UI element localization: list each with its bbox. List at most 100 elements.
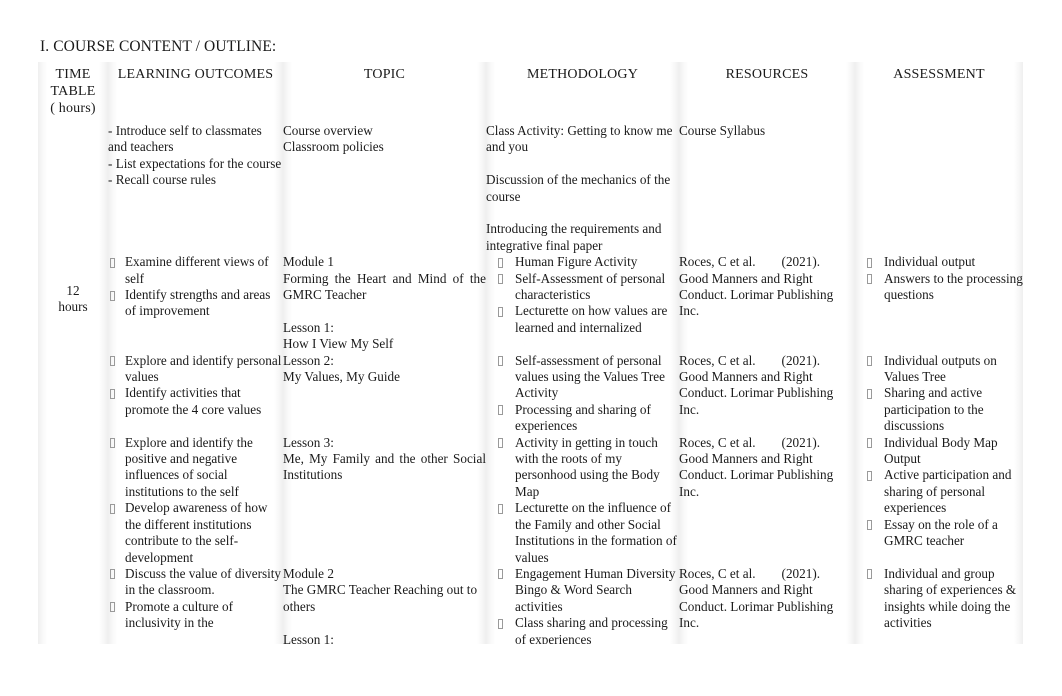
methodology-cell: Self-assessment of personal values using…: [486, 352, 679, 435]
column-header-resources: RESOURCES: [679, 62, 855, 123]
course-content-table: TIME TABLE ( hours) LEARNING OUTCOMES TO…: [38, 62, 1023, 648]
methodology-item: Activity in getting in touch with the ro…: [486, 435, 679, 501]
methodology-item: Self-Assessment of personal characterist…: [486, 271, 679, 304]
assessment-item: Answers to the processing questions: [855, 271, 1023, 304]
topic-line: Module 2: [283, 565, 334, 581]
assessment-item: Individual Body Map Output: [855, 435, 1023, 468]
methodology-line: Introducing the requirements and integra…: [486, 221, 662, 253]
table-row: Explore and identify personal values Ide…: [38, 352, 1023, 435]
methodology-list: Human Figure Activity Self-Assessment of…: [486, 254, 679, 336]
assessment-list: Individual outputs on Values Tree Sharin…: [855, 353, 1023, 435]
resource-line: Course Syllabus: [679, 123, 766, 138]
assessment-cell: Individual and group sharing of experien…: [855, 565, 1023, 648]
page-bottom-clip: [0, 644, 1062, 696]
resource-citation: Roces, C et al. (2021).: [679, 435, 855, 451]
assessment-item: Individual and group sharing of experien…: [855, 566, 1023, 632]
time-header-line-2: TABLE: [50, 84, 96, 99]
topic-line: Lesson 2:: [283, 352, 334, 368]
assessment-list: Individual and group sharing of experien…: [855, 566, 1023, 632]
assessment-item: Individual output: [855, 254, 1023, 270]
spacer-line: [486, 205, 679, 221]
methodology-list: Self-assessment of personal values using…: [486, 353, 679, 435]
topic-line: Module 1: [283, 254, 334, 270]
assessment-list: Individual Body Map Output Active partic…: [855, 435, 1023, 550]
learning-outcome-item: Develop awareness of how the different i…: [108, 500, 283, 566]
time-header-line-1: TIME: [55, 67, 91, 82]
table-header-row: TIME TABLE ( hours) LEARNING OUTCOMES TO…: [38, 62, 1023, 123]
methodology-cell: Class Activity: Getting to know me and y…: [486, 123, 679, 255]
topic-line: Course overview: [283, 123, 373, 138]
citation-rest: Good Manners and Right Conduct. Lorimar …: [679, 369, 834, 417]
methodology-item: Lecturette on the influence of the Famil…: [486, 500, 679, 566]
spacer-line: [486, 156, 679, 172]
column-header-assessment: ASSESSMENT: [855, 62, 1023, 123]
topic-line: The GMRC Teacher Reaching out to others: [283, 582, 478, 614]
assessment-cell: Individual Body Map Output Active partic…: [855, 434, 1023, 566]
methodology-item: Self-assessment of personal values using…: [486, 353, 679, 402]
methodology-list: Activity in getting in touch with the ro…: [486, 435, 679, 566]
table-row: 12 hours - Introduce self to classmates …: [38, 123, 1023, 648]
document-page: I. COURSE CONTENT / OUTLINE: TIME TABLE …: [0, 0, 1062, 696]
topic-line: Lesson 1:: [283, 319, 334, 335]
learning-outcome-item: Examine different views of self: [108, 254, 283, 287]
citation-author: Roces, C et al.: [679, 565, 756, 581]
topic-line: Lesson 1:: [283, 631, 334, 647]
table-header: TIME TABLE ( hours) LEARNING OUTCOMES TO…: [38, 62, 1023, 123]
topic-cell: Module 2 The GMRC Teacher Reaching out t…: [283, 565, 486, 648]
topic-line: How I View My Self: [283, 336, 394, 352]
time-hours-unit: hours: [58, 299, 88, 315]
resource-citation: Roces, C et al. (2021).: [679, 254, 855, 270]
resources-cell: Roces, C et al. (2021). Good Manners and …: [679, 434, 855, 566]
column-header-learning-outcomes: LEARNING OUTCOMES: [108, 62, 283, 123]
table-row: Explore and identify the positive and ne…: [38, 434, 1023, 566]
topic-line: My Values, My Guide: [283, 369, 400, 385]
time-spacer: [38, 123, 108, 283]
learning-outcome-item: Discuss the value of diversity in the cl…: [108, 566, 283, 599]
citation-year: (2021).: [781, 565, 821, 581]
resources-cell: Roces, C et al. (2021). Good Manners and …: [679, 254, 855, 353]
assessment-item: Active participation and sharing of pers…: [855, 467, 1023, 516]
assessment-cell: Individual outputs on Values Tree Sharin…: [855, 352, 1023, 435]
column-header-topic: TOPIC: [283, 62, 486, 123]
topic-cell: Lesson 3: Me, My Family and the other So…: [283, 434, 486, 566]
citation-author: Roces, C et al.: [679, 352, 756, 368]
learning-outcomes-list: Examine different views of self Identify…: [108, 254, 283, 320]
methodology-item: Processing and sharing of experiences: [486, 402, 679, 435]
topic-line: Lesson 3:: [283, 434, 334, 450]
citation-author: Roces, C et al.: [679, 254, 756, 270]
citation-rest: Good Manners and Right Conduct. Lorimar …: [679, 582, 834, 631]
learning-outcome-item: Identify strengths and areas of improvem…: [108, 287, 283, 320]
methodology-list: Engagement Human Diversity Bingo & Word …: [486, 566, 679, 648]
learning-outcomes-cell: Explore and identify the positive and ne…: [108, 434, 283, 566]
resource-citation: Roces, C et al. (2021).: [679, 353, 855, 369]
time-table-cell: 12 hours: [38, 123, 108, 648]
topic-line: Forming the Heart and Mind of the GMRC T…: [283, 270, 486, 303]
column-header-methodology: METHODOLOGY: [486, 62, 679, 123]
assessment-list: Individual output Answers to the process…: [855, 254, 1023, 303]
learning-outcomes-cell: Explore and identify personal values Ide…: [108, 352, 283, 435]
table-row: Examine different views of self Identify…: [38, 254, 1023, 353]
methodology-cell: Activity in getting in touch with the ro…: [486, 434, 679, 566]
learning-outcome-item: Explore and identify personal values: [108, 353, 283, 386]
assessment-cell: [855, 123, 1023, 255]
topic-line: Classroom policies: [283, 139, 384, 155]
topic-line: Me, My Family and the other Social Insti…: [283, 451, 486, 483]
resources-cell: Roces, C et al. (2021). Good Manners and …: [679, 352, 855, 435]
learning-outcome-item: - Recall course rules: [108, 172, 217, 188]
methodology-line: Discussion of the mechanics of the cours…: [486, 172, 671, 204]
learning-outcomes-cell: Discuss the value of diversity in the cl…: [108, 565, 283, 648]
resource-citation: Roces, C et al. (2021).: [679, 566, 855, 582]
methodology-cell: Human Figure Activity Self-Assessment of…: [486, 254, 679, 353]
citation-rest: Good Manners and Right Conduct. Lorimar …: [679, 270, 834, 319]
methodology-item: Engagement Human Diversity Bingo & Word …: [486, 566, 679, 615]
methodology-item: Lecturette on how values are learned and…: [486, 303, 679, 336]
topic-cell: Lesson 2: My Values, My Guide: [283, 352, 486, 435]
citation-author: Roces, C et al.: [679, 434, 756, 450]
spacer-line: [283, 303, 486, 319]
learning-outcome-item: Identify activities that promote the 4 c…: [108, 385, 283, 418]
citation-rest: Good Manners and Right Conduct. Lorimar …: [679, 451, 834, 499]
learning-outcome-item: Explore and identify the positive and ne…: [108, 435, 283, 501]
topic-cell: Course overview Classroom policies: [283, 123, 486, 255]
citation-year: (2021).: [781, 254, 821, 270]
table-row: Discuss the value of diversity in the cl…: [38, 565, 1023, 648]
